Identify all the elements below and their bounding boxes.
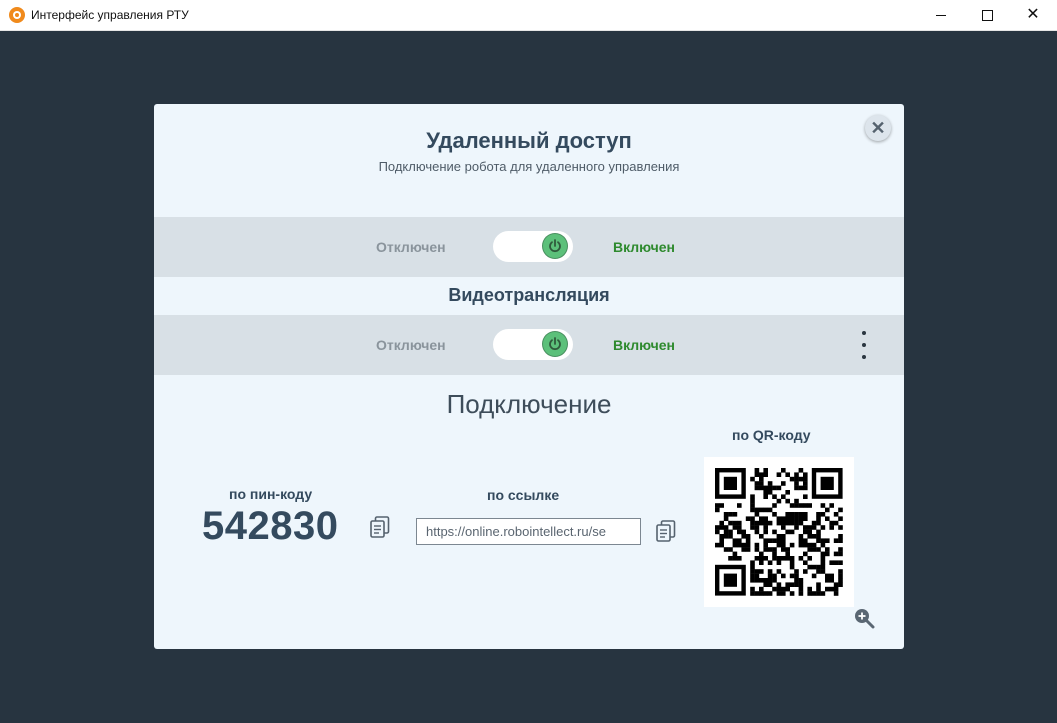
minimize-icon bbox=[936, 14, 946, 16]
video-toggle[interactable] bbox=[493, 329, 573, 360]
app-logo-icon bbox=[9, 7, 25, 23]
power-icon bbox=[543, 332, 567, 356]
more-options-button[interactable] bbox=[854, 331, 874, 359]
remote-access-off-label: Отключен bbox=[376, 239, 446, 255]
dialog-subtitle: Подключение робота для удаленного управл… bbox=[378, 159, 680, 174]
video-section-title: Видеотрансляция bbox=[448, 285, 610, 305]
remote-access-on-label: Включен bbox=[613, 239, 675, 255]
pin-code-value: 542830 bbox=[202, 504, 339, 548]
close-icon: ✕ bbox=[1026, 6, 1040, 23]
kebab-dot bbox=[862, 355, 866, 359]
maximize-icon bbox=[981, 9, 993, 21]
window-titlebar: Интерфейс управления РТУ ✕ bbox=[0, 0, 1057, 31]
zoom-in-icon[interactable] bbox=[853, 607, 875, 629]
dialog-title: Удаленный доступ bbox=[426, 128, 632, 153]
video-off-label: Отключен bbox=[376, 337, 446, 353]
connection-title: Подключение bbox=[446, 389, 612, 419]
dialog-close-button[interactable]: ✕ bbox=[865, 115, 891, 141]
pin-label: по пин-коду bbox=[229, 486, 313, 502]
remote-access-dialog: Удаленный доступ Подключение робота для … bbox=[154, 104, 904, 649]
minimize-button[interactable] bbox=[918, 0, 964, 30]
power-icon bbox=[543, 234, 567, 258]
qr-label: по QR-коду bbox=[732, 427, 811, 443]
remote-access-toggle[interactable] bbox=[493, 231, 573, 262]
kebab-dot bbox=[862, 331, 866, 335]
qr-code-graphic bbox=[715, 468, 843, 596]
close-icon: ✕ bbox=[870, 117, 886, 138]
connection-link-field[interactable] bbox=[416, 518, 641, 545]
window-title: Интерфейс управления РТУ bbox=[31, 8, 189, 22]
remote-access-toggle-row: Отключен Включен bbox=[154, 217, 904, 277]
kebab-dot bbox=[862, 343, 866, 347]
copy-link-icon[interactable] bbox=[656, 520, 676, 542]
copy-pin-icon[interactable] bbox=[370, 516, 390, 538]
video-toggle-row: Отключен Включен bbox=[154, 315, 904, 375]
maximize-button[interactable] bbox=[964, 0, 1010, 30]
link-label: по ссылке bbox=[487, 487, 560, 503]
window-close-button[interactable]: ✕ bbox=[1010, 0, 1056, 30]
video-on-label: Включен bbox=[613, 337, 675, 353]
qr-code-image bbox=[704, 457, 854, 607]
